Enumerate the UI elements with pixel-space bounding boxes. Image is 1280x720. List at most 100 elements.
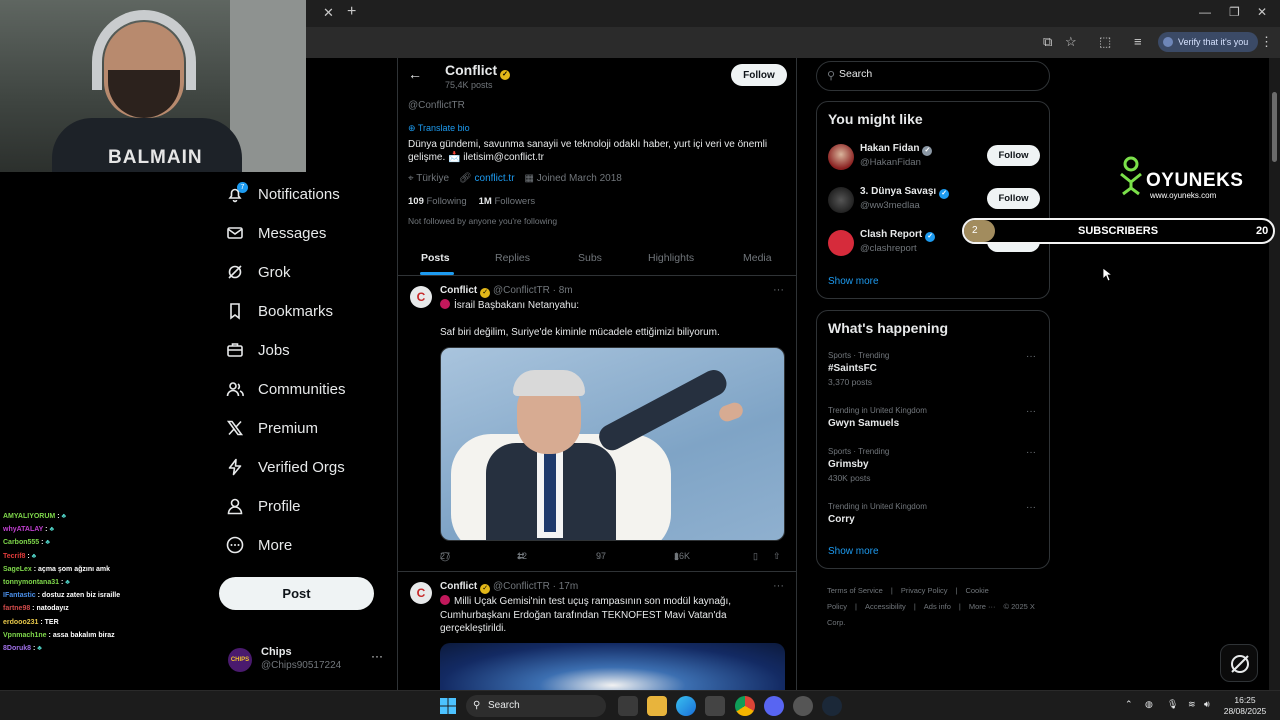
nav-item-notifications[interactable]: Notifications — [226, 179, 340, 209]
file-explorer-icon[interactable] — [647, 696, 667, 716]
taskbar-clock[interactable]: 16:25 28/08/2025 — [1222, 695, 1268, 717]
chat-message: fartne98 : natodayız — [3, 602, 203, 615]
share-icon[interactable]: ⇧ — [773, 551, 781, 562]
website-link[interactable]: 🔗︎ conflict.tr — [459, 173, 515, 184]
wifi-icon[interactable]: ≋ — [1188, 699, 1196, 710]
trend-item[interactable]: Trending in United Kingdom Corry ··· — [828, 502, 1040, 525]
post-button[interactable]: Post — [219, 577, 374, 610]
back-arrow-icon[interactable]: ← — [408, 66, 422, 82]
nav-item-verified-orgs[interactable]: Verified Orgs — [226, 452, 345, 482]
search-box[interactable]: ⚲ — [816, 61, 1050, 91]
translate-bio-link[interactable]: ⊕ Translate bio — [408, 123, 470, 134]
new-tab-icon[interactable]: + — [347, 3, 356, 21]
post-author-handle[interactable]: @ConflictTR — [493, 581, 550, 592]
steam-icon[interactable] — [822, 696, 842, 716]
footer-link[interactable]: More ··· — [969, 602, 996, 611]
post-author-handle[interactable]: @ConflictTR — [493, 285, 550, 296]
post-image[interactable] — [440, 347, 785, 541]
followers-link[interactable]: 1M Followers — [479, 196, 536, 207]
discord-icon[interactable] — [764, 696, 784, 716]
footer-link[interactable]: Ads info — [924, 602, 951, 611]
post-time[interactable]: 8m — [559, 285, 573, 296]
tab-media[interactable]: Media — [743, 252, 772, 264]
tab-replies[interactable]: Replies — [495, 252, 530, 264]
post-more-icon[interactable]: ··· — [773, 284, 784, 296]
post-author-name[interactable]: Conflict — [440, 581, 477, 592]
verify-profile-chip[interactable]: Verify that it's you — [1158, 32, 1259, 52]
nav-item-label: Premium — [258, 419, 319, 437]
trend-more-icon[interactable]: ··· — [1026, 502, 1036, 513]
trend-item[interactable]: Trending in United Kingdom Gwyn Samuels … — [828, 406, 1040, 429]
trend-item[interactable]: Sports · Trending Grimsby 430K posts ··· — [828, 447, 1040, 483]
show-more-link[interactable]: Show more — [828, 276, 879, 287]
clock-time: 16:25 — [1234, 695, 1256, 705]
footer-separator: | — [890, 586, 893, 595]
trend-more-icon[interactable]: ··· — [1026, 351, 1036, 362]
nav-item-communities[interactable]: Communities — [226, 374, 346, 404]
chrome-icon[interactable] — [735, 696, 755, 716]
post-avatar[interactable]: C — [410, 286, 432, 308]
clock-date: 28/08/2025 — [1223, 706, 1267, 716]
microphone-icon[interactable]: 🎙︎ — [1167, 699, 1178, 710]
suggestion-name: Hakan Fidan ✓ — [860, 143, 933, 156]
trend-item[interactable]: Sports · Trending #SaintsFC 3,370 posts … — [828, 351, 1040, 387]
bookmark-icon[interactable]: ▯ — [753, 551, 758, 562]
post-more-icon[interactable]: ··· — [773, 580, 784, 592]
minimize-icon[interactable]: — — [1199, 5, 1211, 19]
volume-icon[interactable]: 🔊︎ — [1204, 699, 1210, 710]
nav-item-messages[interactable]: Messages — [226, 218, 326, 248]
tray-app-icon[interactable]: ◍ — [1145, 699, 1153, 710]
cast-icon[interactable]: ⧉ — [1043, 34, 1052, 50]
search-input[interactable] — [839, 68, 1039, 80]
settings-app-icon[interactable] — [793, 696, 813, 716]
subscriber-label: SUBSCRIBERS — [1078, 225, 1159, 237]
nav-item-grok[interactable]: Grok — [226, 257, 291, 287]
trend-more-icon[interactable]: ··· — [1026, 447, 1036, 458]
close-tab-icon[interactable]: ✕ — [323, 5, 334, 21]
nav-item-premium[interactable]: Premium — [226, 413, 318, 443]
post-author-name[interactable]: Conflict — [440, 285, 477, 296]
window-close-icon[interactable]: ✕ — [1257, 5, 1267, 19]
grok-button[interactable] — [1220, 644, 1258, 682]
reading-list-icon[interactable]: ≡ — [1134, 34, 1142, 49]
restore-icon[interactable]: ❐ — [1229, 5, 1240, 19]
following-link[interactable]: 109 Following — [408, 196, 467, 207]
envelope-icon — [227, 227, 243, 239]
suggestion-item[interactable]: 3. Dünya Savaşı ✓ @ww3medlaa Follow — [828, 186, 1040, 216]
task-view-icon[interactable] — [618, 696, 638, 716]
account-switcher[interactable]: CHIPS Chips @Chips90517224 ··· — [228, 646, 388, 674]
post-avatar[interactable]: C — [410, 582, 432, 604]
footer-link[interactable]: Terms of Service — [827, 586, 883, 595]
trend-more-icon[interactable]: ··· — [1026, 406, 1036, 417]
windows-start-icon[interactable] — [440, 698, 456, 714]
show-more-link[interactable]: Show more — [828, 546, 879, 557]
post-time[interactable]: 17m — [559, 581, 578, 592]
nav-item-profile[interactable]: Profile — [226, 491, 301, 521]
tab-posts[interactable]: Posts — [421, 252, 450, 264]
tab-subs[interactable]: Subs — [578, 252, 602, 264]
chat-emote-icon: ♣ — [37, 644, 42, 652]
nav-item-bookmarks[interactable]: Bookmarks — [226, 296, 333, 326]
follow-button[interactable]: Follow — [731, 64, 787, 86]
browser-menu-icon[interactable]: ⋮ — [1260, 34, 1273, 50]
nav-item-more[interactable]: More — [226, 530, 292, 560]
follow-button[interactable]: Follow — [987, 145, 1040, 166]
chat-text: natodayız — [36, 605, 69, 613]
tab-highlights[interactable]: Highlights — [648, 252, 694, 264]
chat-username: Tecrif8 — [3, 552, 26, 560]
tray-chevron-icon[interactable]: ⌃ — [1125, 699, 1133, 710]
nav-item-jobs[interactable]: Jobs — [226, 335, 290, 365]
edge-icon[interactable] — [676, 696, 696, 716]
footer-link[interactable]: Privacy Policy — [901, 586, 948, 595]
nav-item-label: Profile — [258, 497, 301, 515]
bookmark-star-icon[interactable]: ☆ — [1065, 34, 1077, 50]
page-scrollbar-thumb[interactable] — [1272, 92, 1277, 162]
footer-link[interactable]: Accessibility — [865, 602, 906, 611]
post-image[interactable] — [440, 643, 785, 690]
account-more-icon[interactable]: ··· — [371, 649, 383, 663]
store-icon[interactable] — [705, 696, 725, 716]
extensions-icon[interactable]: ⬚ — [1099, 34, 1111, 50]
taskbar-search[interactable]: ⚲ Search — [466, 695, 606, 717]
suggestion-item[interactable]: Hakan Fidan ✓ @HakanFidan Follow — [828, 143, 1040, 173]
follow-button[interactable]: Follow — [987, 188, 1040, 209]
